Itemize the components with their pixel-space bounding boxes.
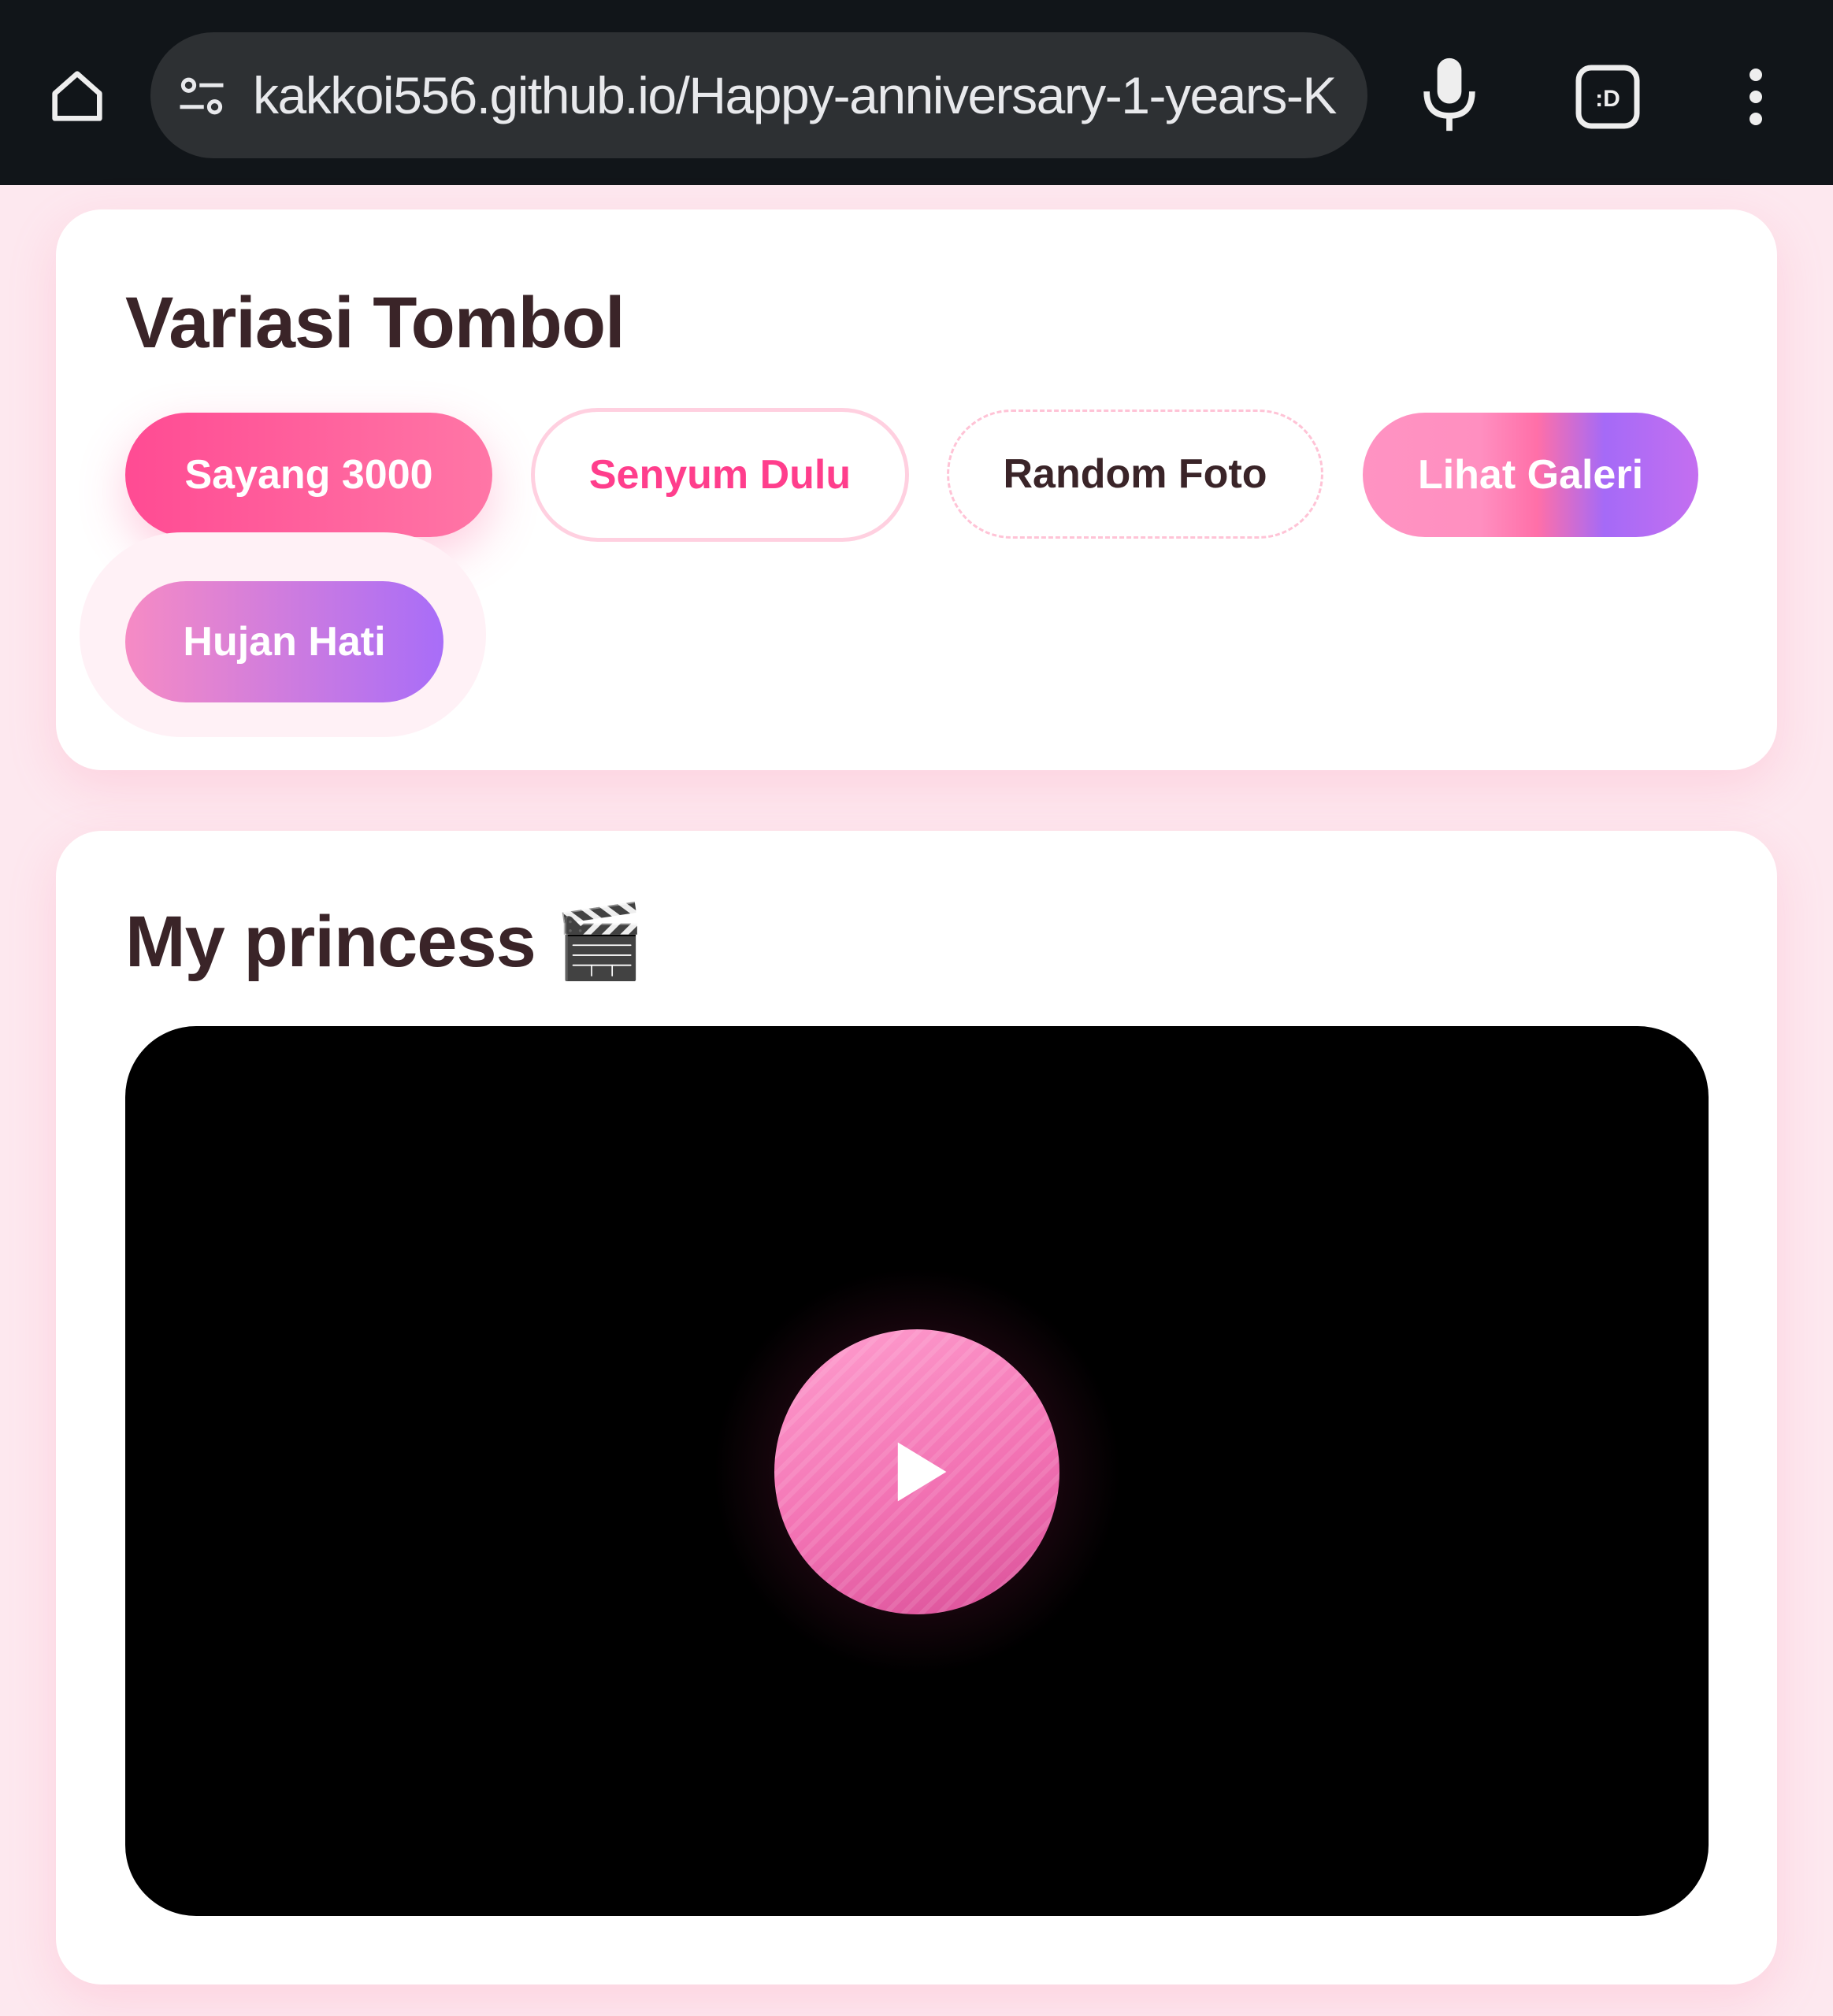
play-button[interactable] [774, 1329, 1059, 1614]
url-text[interactable]: kakkoi556.github.io/Happy-anniversary-1-… [253, 32, 1356, 158]
tab-switcher-label: :D [1595, 86, 1620, 112]
lihat-galeri-button[interactable]: Lihat Galeri [1363, 413, 1698, 537]
address-bar[interactable]: kakkoi556.github.io/Happy-anniversary-1-… [150, 32, 1367, 158]
play-icon [897, 1442, 947, 1502]
tab-switcher-icon: :D [1575, 65, 1640, 129]
sayang-3000-button[interactable]: Sayang 3000 [125, 413, 492, 537]
site-settings-icon[interactable] [176, 70, 228, 122]
video-card: My princess 🎬 [56, 831, 1777, 1984]
hujan-hati-button[interactable]: Hujan Hati [125, 581, 443, 702]
video-player[interactable] [125, 1026, 1709, 1916]
browser-toolbar: kakkoi556.github.io/Happy-anniversary-1-… [0, 0, 1833, 185]
video-title: My princess 🎬 [125, 902, 645, 982]
button-variations-card: Variasi Tombol Sayang 3000 Senyum Dulu R… [56, 209, 1777, 770]
home-button[interactable] [39, 58, 115, 134]
home-icon [52, 71, 102, 121]
more-vert-icon[interactable] [1731, 61, 1780, 132]
tab-switcher-button[interactable]: :D [1572, 61, 1643, 132]
senyum-dulu-button[interactable]: Senyum Dulu [531, 408, 909, 542]
mic-icon[interactable] [1418, 55, 1481, 134]
random-foto-button[interactable]: Random Foto [947, 410, 1323, 539]
section-title: Variasi Tombol [125, 283, 625, 363]
